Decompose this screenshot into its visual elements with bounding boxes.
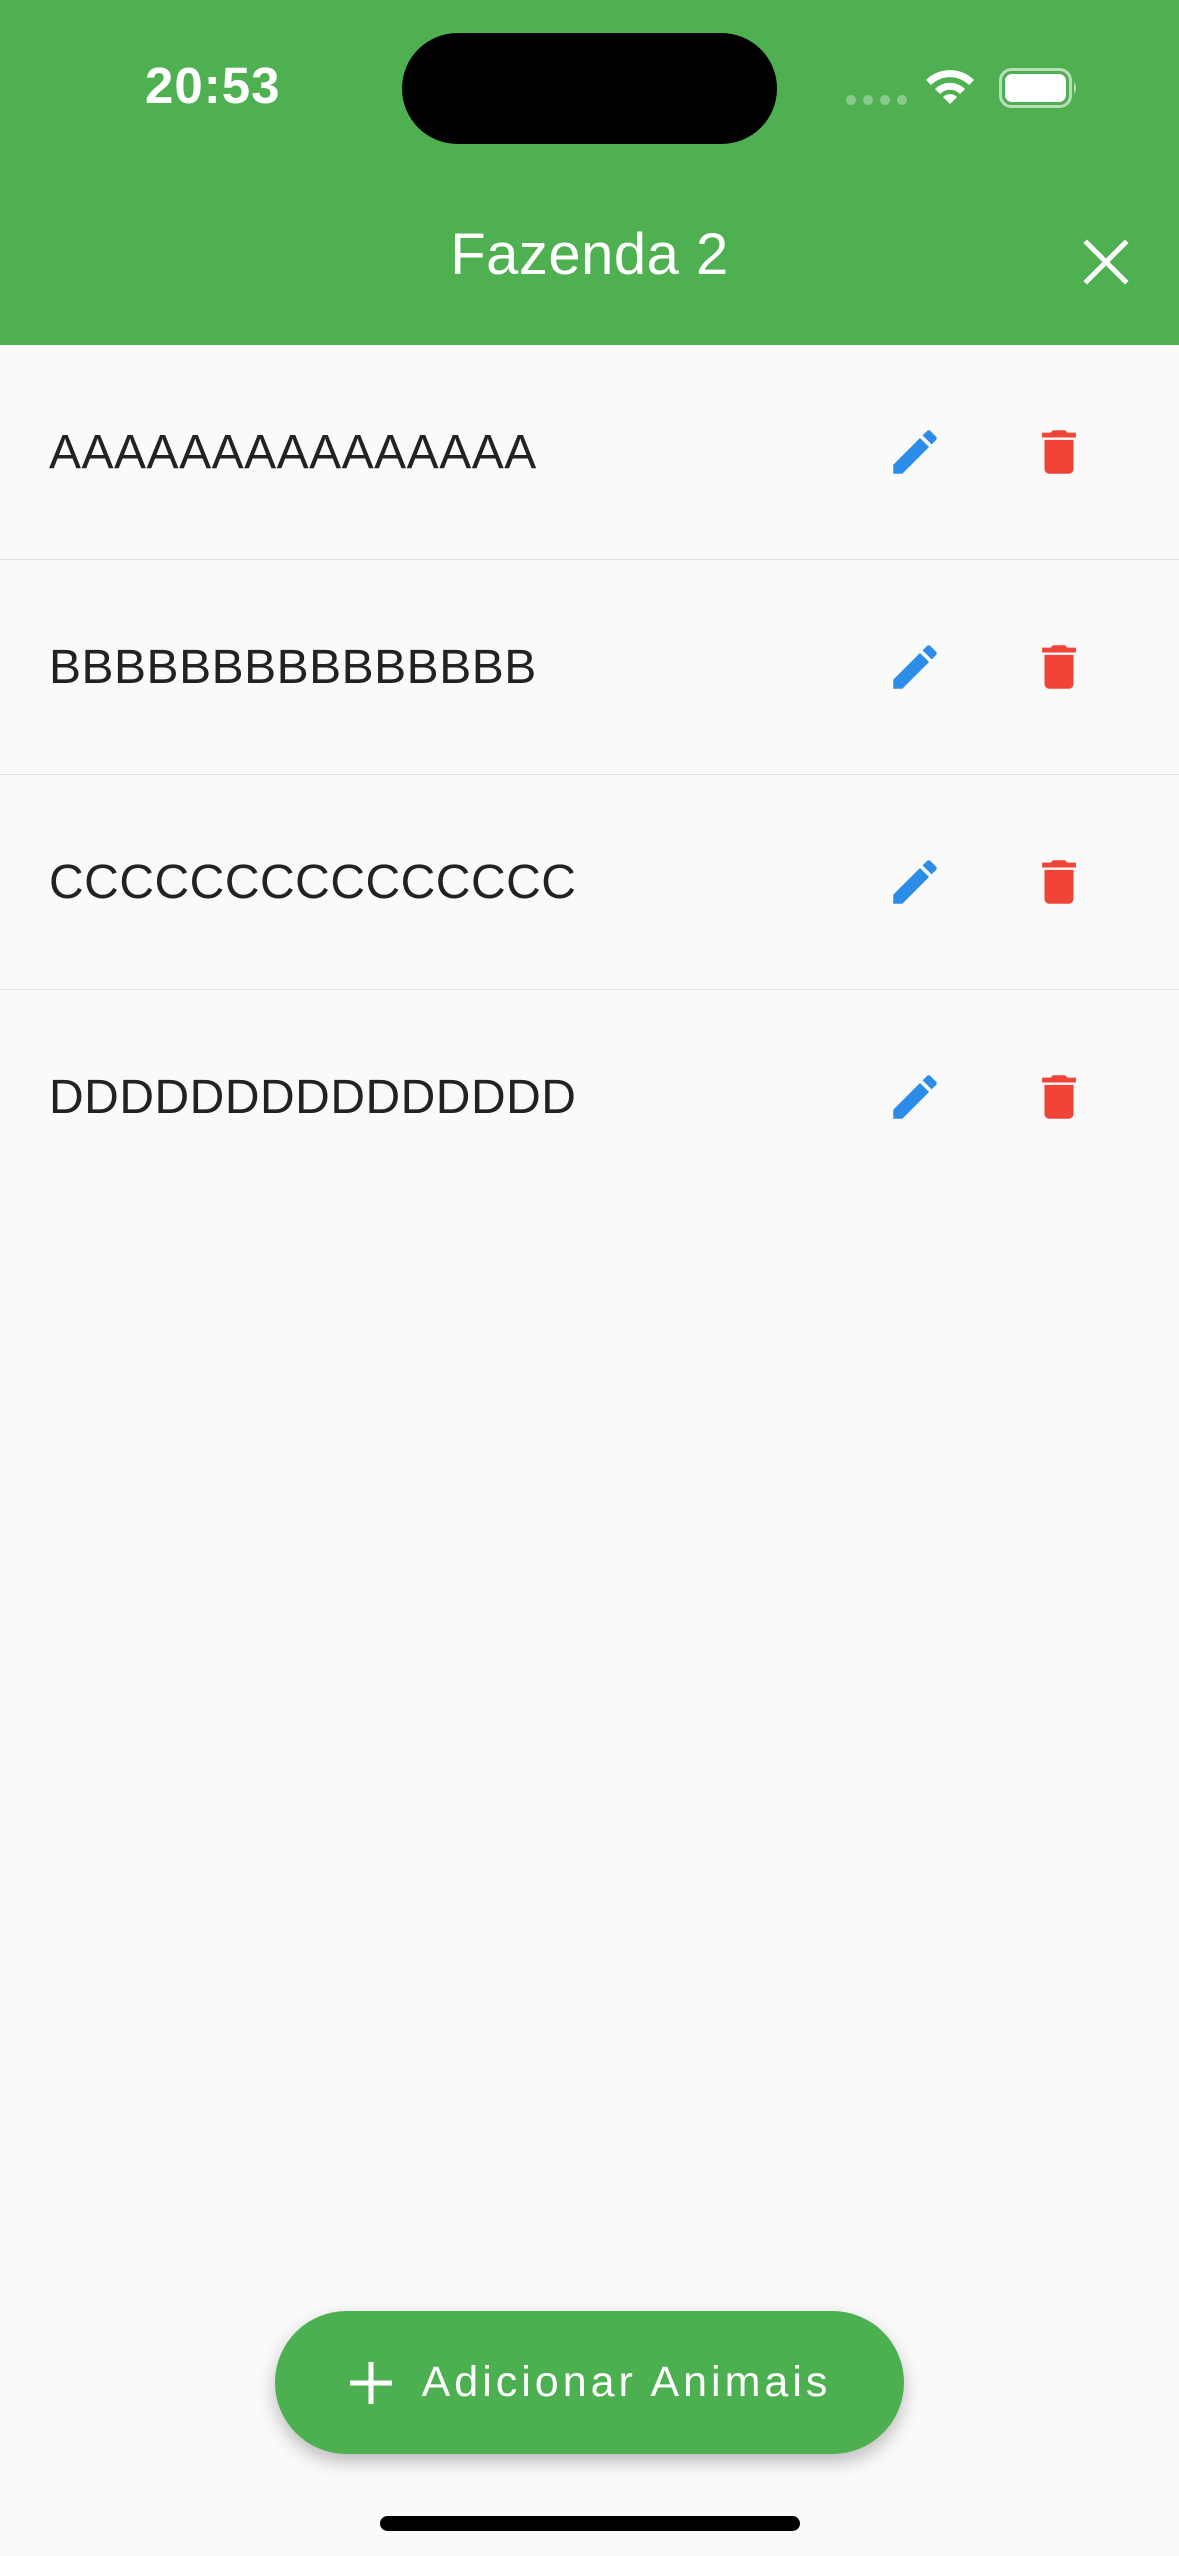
wifi-icon: [926, 70, 974, 104]
list-item: AAAAAAAAAAAAAAA: [0, 345, 1179, 560]
edit-button[interactable]: [880, 632, 950, 702]
animal-list: AAAAAAAAAAAAAAA BBBBBBBBBBBBBBB CCCCCCCC…: [0, 345, 1179, 1205]
pencil-icon: [893, 430, 937, 474]
edit-button[interactable]: [880, 1062, 950, 1132]
trash-icon: [1042, 1075, 1076, 1119]
edit-button[interactable]: [880, 417, 950, 487]
list-item: BBBBBBBBBBBBBBB: [0, 560, 1179, 775]
close-icon: [1083, 239, 1129, 285]
status-time: 20:53: [145, 57, 281, 114]
pencil-icon: [893, 1075, 937, 1119]
delete-button[interactable]: [1024, 1062, 1094, 1132]
plus-icon: [349, 2361, 392, 2404]
list-item-label: BBBBBBBBBBBBBBB: [49, 641, 537, 694]
app-bar: 20:53 Fazenda 2: [0, 0, 1179, 345]
list-item-label: CCCCCCCCCCCCCCC: [49, 856, 577, 909]
close-button[interactable]: [1076, 232, 1136, 292]
signal-icon: [846, 95, 907, 105]
pencil-icon: [893, 860, 937, 904]
pencil-icon: [893, 645, 937, 689]
trash-icon: [1042, 430, 1076, 474]
dynamic-island: [402, 33, 777, 144]
delete-button[interactable]: [1024, 417, 1094, 487]
home-indicator: [380, 2516, 800, 2531]
list-item-label: AAAAAAAAAAAAAAA: [49, 426, 537, 479]
list-item: DDDDDDDDDDDDDDD: [0, 990, 1179, 1205]
delete-button[interactable]: [1024, 847, 1094, 917]
list-item: CCCCCCCCCCCCCCC: [0, 775, 1179, 990]
delete-button[interactable]: [1024, 632, 1094, 702]
page-title: Fazenda 2: [450, 222, 729, 287]
list-item-label: DDDDDDDDDDDDDDD: [49, 1071, 577, 1124]
trash-icon: [1042, 860, 1076, 904]
add-animals-label: Adicionar Animais: [421, 2358, 832, 2406]
add-animals-button[interactable]: Adicionar Animais: [275, 2311, 904, 2454]
edit-button[interactable]: [880, 847, 950, 917]
trash-icon: [1042, 645, 1076, 689]
battery-icon: [999, 68, 1076, 108]
